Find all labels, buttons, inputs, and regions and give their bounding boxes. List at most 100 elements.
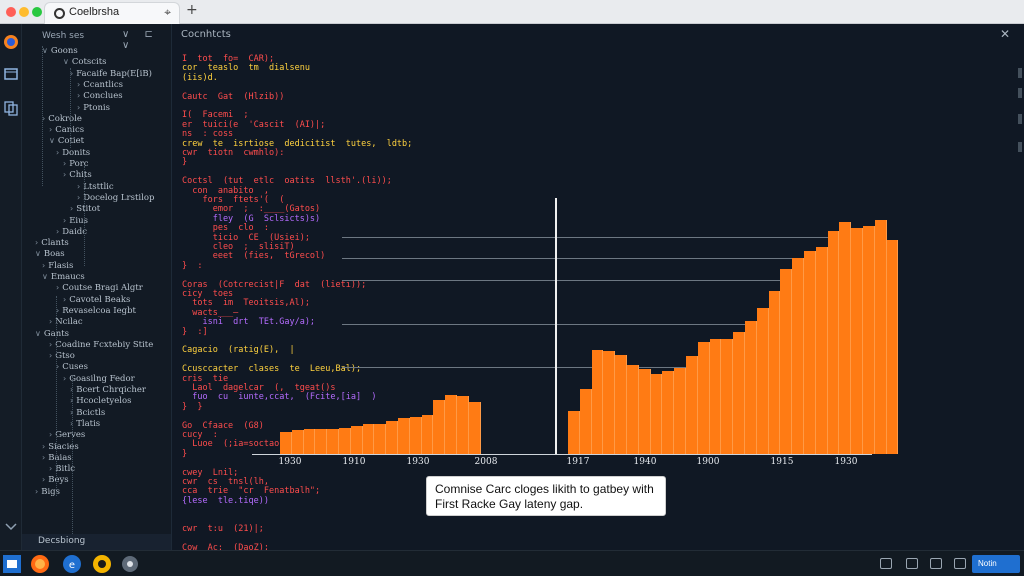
chevron-right-icon[interactable]: › xyxy=(56,283,59,292)
chevron-right-icon[interactable]: › xyxy=(56,148,59,157)
chevron-down-icon[interactable]: ∨ xyxy=(49,136,55,145)
tree-item[interactable]: › Clants xyxy=(35,238,69,250)
tray-button[interactable]: Notin xyxy=(972,555,1020,573)
chart-bar xyxy=(827,231,840,454)
tree-item[interactable]: ∨ Cotiet xyxy=(49,136,84,148)
tree-item[interactable]: ∨ Goons xyxy=(42,46,78,58)
tree-item-label: Boas xyxy=(43,249,65,260)
tree-item[interactable]: › Cokrole xyxy=(42,114,82,126)
chevron-right-icon[interactable]: › xyxy=(77,91,80,100)
chevron-right-icon[interactable]: › xyxy=(63,216,66,225)
chevron-down-icon[interactable]: ∨ xyxy=(42,272,48,281)
tree-item[interactable]: › Facaife Bap(E[iB) xyxy=(70,69,152,81)
browser-tab[interactable]: Coelbrsha ⌖ xyxy=(44,2,180,24)
new-tab-button[interactable]: + xyxy=(186,2,198,18)
tree-item[interactable]: › Revaselcoa Iegbt xyxy=(56,306,136,318)
chevron-right-icon[interactable]: › xyxy=(42,453,45,462)
chart-gridline xyxy=(342,236,862,238)
sidebar-header-actions[interactable]: ∨ ⊏ ∨ xyxy=(122,29,171,51)
chevron-right-icon[interactable]: › xyxy=(63,295,66,304)
tree-item[interactable]: › Cavotel Beaks xyxy=(63,295,130,307)
chevron-right-icon[interactable]: › xyxy=(77,193,80,202)
maximize-window-dot[interactable] xyxy=(32,7,42,17)
tree-item[interactable]: › Goasilng Fedor xyxy=(63,374,135,386)
start-menu-icon[interactable] xyxy=(2,554,22,574)
tree-item[interactable]: › Daidc xyxy=(56,227,87,239)
chart-bar xyxy=(398,418,410,454)
chart-bar xyxy=(638,369,651,454)
chart-bar xyxy=(327,429,339,454)
chart-divider xyxy=(555,198,557,454)
tree-item[interactable]: › Flasis xyxy=(42,261,73,273)
chevron-down-icon[interactable]: ∨ xyxy=(63,57,69,66)
editor-title: Cocnhtcts xyxy=(181,29,231,40)
chevron-down-icon[interactable]: ∨ xyxy=(35,249,41,258)
tree-item[interactable]: › Coadine Fcxtebiy Stite xyxy=(49,340,153,352)
minimize-window-dot[interactable] xyxy=(19,7,29,17)
chevron-right-icon[interactable]: › xyxy=(49,125,52,134)
tree-item[interactable]: ∨ Boas xyxy=(35,249,65,261)
firefox-icon[interactable] xyxy=(30,554,50,574)
tree-item[interactable]: › Hcocletyelos xyxy=(70,396,131,408)
chevron-right-icon[interactable]: › xyxy=(63,374,66,383)
tree-item[interactable]: › Siacies xyxy=(42,442,79,454)
chevron-right-icon[interactable]: › xyxy=(35,487,38,496)
tree-item[interactable]: › Donits xyxy=(56,148,90,160)
chevron-down-icon[interactable] xyxy=(3,518,19,534)
chevron-down-icon[interactable]: ∨ xyxy=(35,329,41,338)
x-tick-label: 1930 xyxy=(834,457,858,467)
chart-bar xyxy=(627,364,639,454)
close-window-dot[interactable] xyxy=(6,7,16,17)
edge-icon[interactable]: e xyxy=(62,554,82,574)
tree-item[interactable]: › Ncilac xyxy=(49,317,83,329)
tree-item[interactable]: › Coutse Bragi Algtr xyxy=(56,283,143,295)
settings-gear-icon[interactable] xyxy=(120,554,140,574)
chevron-right-icon[interactable]: › xyxy=(70,204,73,213)
chevron-right-icon[interactable]: › xyxy=(49,430,52,439)
tree-item[interactable]: › Docelog Lrstilop xyxy=(77,193,154,205)
editor-close-icon[interactable]: ✕ xyxy=(1000,27,1010,41)
chevron-right-icon[interactable]: › xyxy=(49,340,52,349)
chevron-right-icon[interactable]: › xyxy=(77,103,80,112)
tree-item[interactable]: › Chits xyxy=(63,170,92,182)
tree-item[interactable]: › Ltsttlic xyxy=(77,182,114,194)
chevron-right-icon[interactable]: › xyxy=(49,351,52,360)
tree-item[interactable]: ∨ Emaucs xyxy=(42,272,85,284)
chevron-right-icon[interactable]: › xyxy=(77,80,80,89)
chevron-right-icon[interactable]: › xyxy=(49,464,52,473)
chevron-right-icon[interactable]: › xyxy=(63,170,66,179)
chrome-icon[interactable] xyxy=(92,554,112,574)
chevron-right-icon[interactable]: › xyxy=(63,159,66,168)
tree-item[interactable]: › Tlatis xyxy=(70,419,100,431)
chevron-right-icon[interactable]: › xyxy=(42,442,45,451)
volume-icon[interactable] xyxy=(906,558,918,569)
tree-item[interactable]: › Conclues xyxy=(77,91,123,103)
tree-item[interactable]: ∨ Gants xyxy=(35,329,69,341)
tab-close-icon[interactable]: ⌖ xyxy=(164,5,171,20)
battery-icon[interactable] xyxy=(930,558,942,569)
chevron-right-icon[interactable]: › xyxy=(77,182,80,191)
chevron-right-icon[interactable]: › xyxy=(49,317,52,326)
network-icon[interactable] xyxy=(880,558,892,569)
chevron-right-icon[interactable]: › xyxy=(35,238,38,247)
tree-item[interactable]: › Bcictls xyxy=(70,408,105,420)
tree-item[interactable]: › Canics xyxy=(49,125,84,137)
tree-item[interactable]: › Bcert Chrqicher xyxy=(70,385,146,397)
tree-item[interactable]: › Ptonis xyxy=(77,103,110,115)
chart-bar xyxy=(792,258,804,454)
app-logo-icon[interactable] xyxy=(3,34,19,50)
tree-item[interactable]: › Gerves xyxy=(49,430,85,442)
files-icon[interactable] xyxy=(3,100,19,116)
tree-item[interactable]: › Gtso xyxy=(49,351,75,363)
tree-item[interactable]: › Ccantlics xyxy=(77,80,123,92)
tree-item[interactable]: › Stitot xyxy=(70,204,100,216)
chart-bar xyxy=(386,421,398,454)
tree-item[interactable]: › Cuses xyxy=(56,362,88,374)
sidebar-footer[interactable]: Decsbiong xyxy=(22,534,171,550)
chevron-right-icon[interactable]: › xyxy=(56,227,59,236)
code-line: } } xyxy=(182,401,203,412)
chevron-right-icon[interactable]: › xyxy=(42,475,45,484)
explorer-icon[interactable] xyxy=(3,66,19,82)
notification-icon[interactable] xyxy=(954,558,966,569)
chevron-right-icon[interactable]: › xyxy=(42,261,45,270)
